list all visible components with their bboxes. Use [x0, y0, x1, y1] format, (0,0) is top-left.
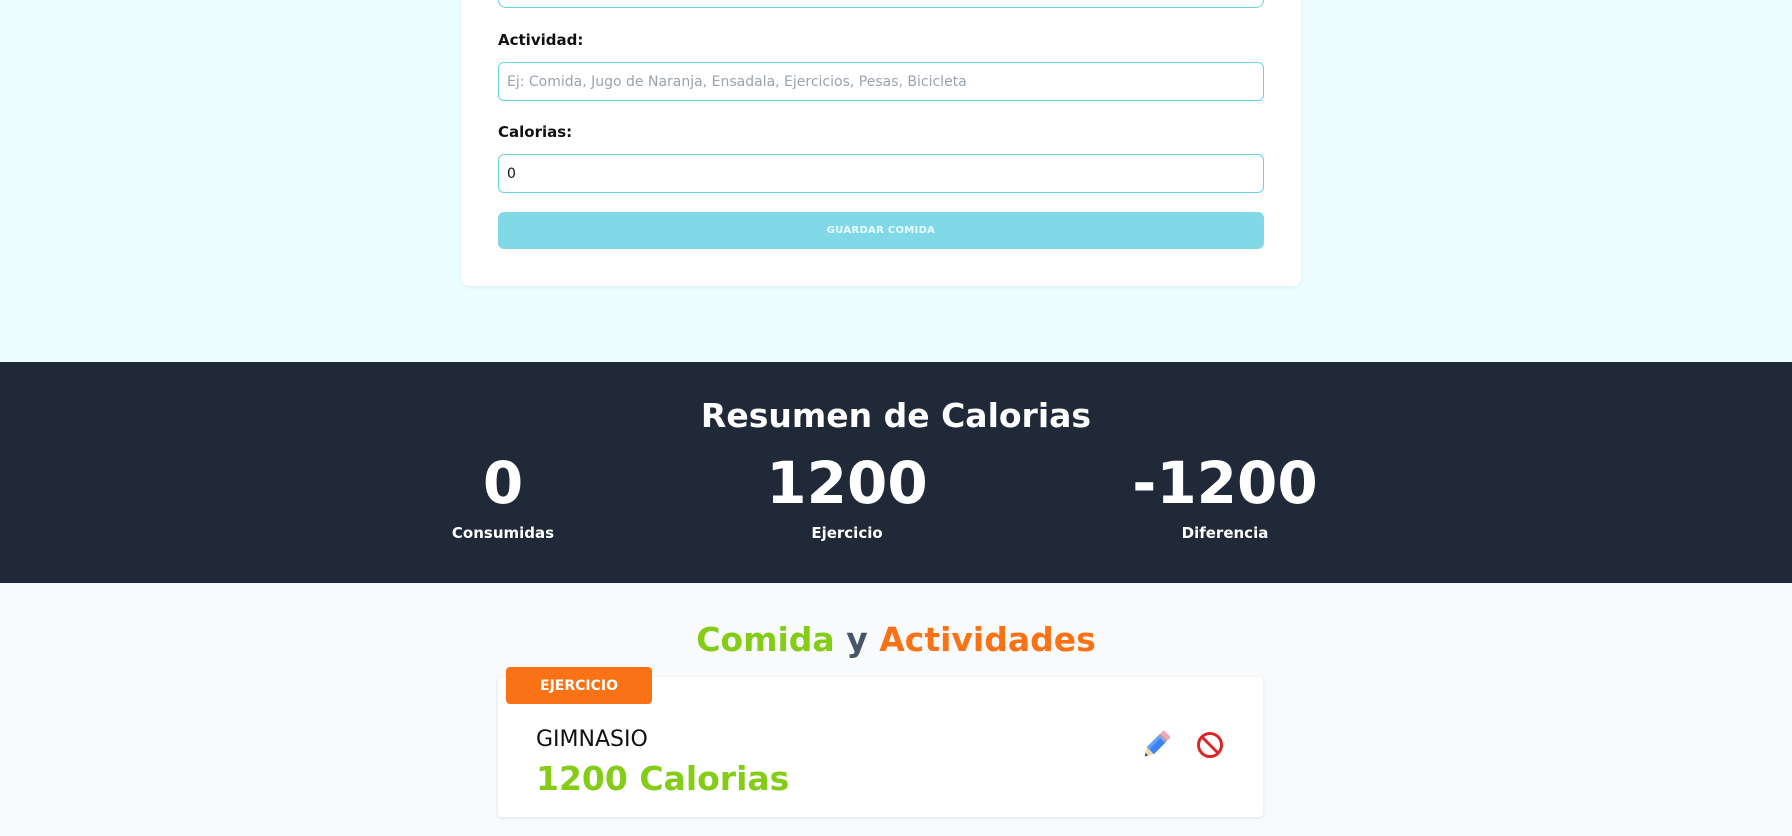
category-badge: EJERCICIO [506, 667, 652, 704]
stat-difference-value: -1200 [1132, 449, 1318, 517]
category-select[interactable] [498, 0, 1264, 8]
save-button[interactable]: GUARDAR COMIDA [498, 212, 1264, 249]
list-title-activities: Actividades [879, 620, 1096, 659]
calories-label: Calorias: [498, 123, 573, 141]
stat-consumed: 0 Consumidas [383, 454, 623, 542]
activity-label: Actividad: [498, 31, 584, 49]
stat-difference-label: Diferencia [1181, 524, 1269, 542]
stat-exercise: 1200 Ejercicio [727, 454, 967, 542]
activity-calories: 1200 Calorias [536, 759, 790, 798]
activity-name: GIMNASIO [536, 727, 648, 752]
activity-item: EJERCICIO GIMNASIO 1200 Calorias [498, 667, 1263, 817]
activity-form: Actividad: Calorias: GUARDAR COMIDA [461, 0, 1301, 286]
list-title: Comida y Actividades [0, 620, 1792, 659]
stat-exercise-value: 1200 [766, 449, 928, 517]
activity-input[interactable] [498, 62, 1264, 101]
summary-title: Resumen de Calorias [700, 396, 1092, 435]
pencil-icon[interactable] [1138, 727, 1174, 763]
calorie-summary: Resumen de Calorias 0 Consumidas 1200 Ej… [0, 362, 1792, 583]
stat-difference: -1200 Diferencia [1105, 454, 1345, 542]
list-title-food: Comida [696, 620, 835, 659]
stat-consumed-label: Consumidas [451, 524, 555, 542]
form-section: Actividad: Calorias: GUARDAR COMIDA [0, 0, 1792, 362]
stat-consumed-value: 0 [482, 449, 524, 517]
no-entry-icon[interactable] [1192, 727, 1228, 763]
list-title-and: y [846, 620, 868, 659]
calories-input[interactable] [498, 154, 1264, 193]
stat-exercise-label: Ejercicio [811, 524, 883, 542]
